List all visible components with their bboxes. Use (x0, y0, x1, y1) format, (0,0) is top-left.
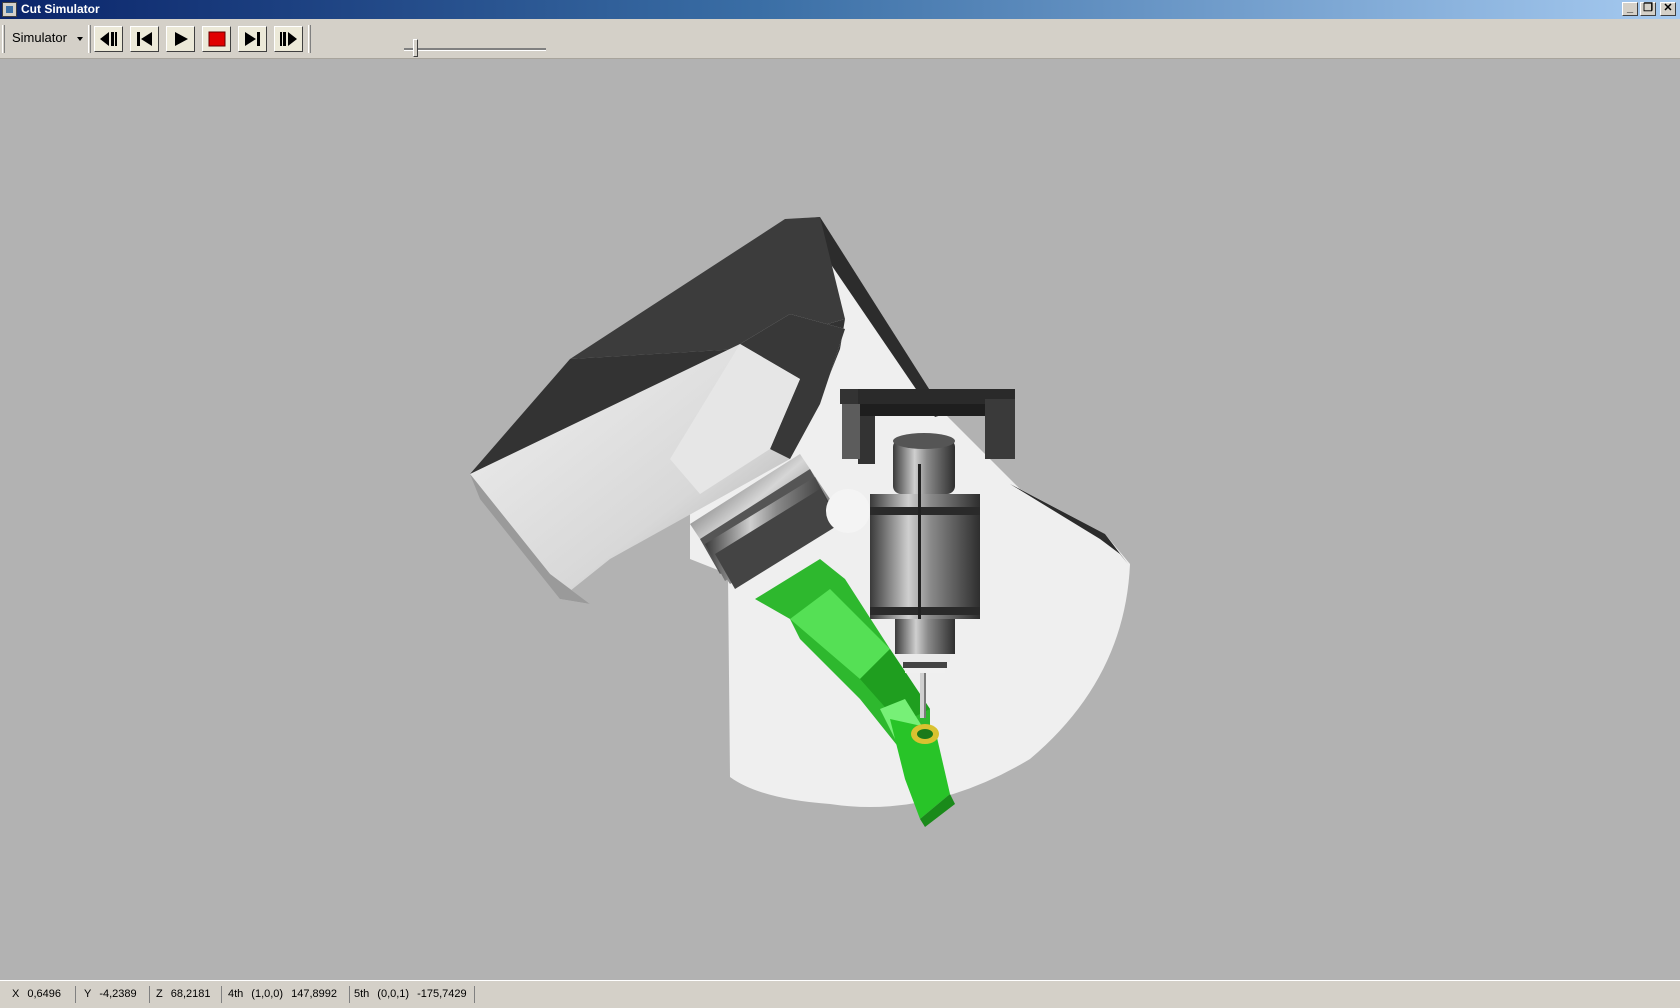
y-label: Y (84, 988, 92, 1000)
a4-axis: (1,0,0) (251, 988, 284, 1000)
machine-scene (470, 217, 1130, 827)
simulation-viewport[interactable] (0, 59, 1680, 980)
z-value: 68,2181 (170, 988, 211, 1000)
status-4th-axis: 4th (1,0,0) 147,8992 (224, 986, 350, 1003)
simulator-menu[interactable]: Simulator (6, 27, 89, 49)
status-z: Z 68,2181 (152, 986, 222, 1003)
slider-track[interactable] (404, 48, 546, 51)
chevron-down-icon (76, 36, 83, 41)
play-icon (175, 32, 188, 46)
stop-icon (208, 31, 226, 47)
z-label: Z (156, 988, 163, 1000)
go-to-start-icon (137, 32, 152, 46)
x-label: X (12, 988, 20, 1000)
simulator-menu-label: Simulator (12, 30, 67, 45)
slider-thumb[interactable] (413, 39, 419, 57)
minimize-button[interactable]: _ (1622, 2, 1638, 16)
a4-value: 147,8992 (291, 988, 337, 1000)
status-x: X 0,6496 (8, 986, 76, 1003)
status-y: Y -4,2389 (80, 986, 150, 1003)
a4-label: 4th (228, 988, 244, 1000)
toolbar-separator (308, 25, 311, 53)
title-bar: Cut Simulator _ ❐ ✕ (0, 0, 1680, 19)
window-title: Cut Simulator (21, 2, 100, 16)
a5-axis: (0,0,1) (377, 988, 410, 1000)
x-value: 0,6496 (27, 988, 61, 1000)
status-bar: X 0,6496 Y -4,2389 Z 68,2181 4th (1,0,0) 147,… (0, 980, 1680, 1008)
restore-button[interactable]: ❐ (1640, 2, 1656, 16)
stop-button[interactable] (202, 26, 231, 52)
a5-label: 5th (354, 988, 370, 1000)
app-icon[interactable] (2, 2, 17, 17)
toolbar-grip[interactable] (88, 25, 91, 53)
go-to-end-icon (245, 32, 260, 46)
step-back-icon (100, 32, 117, 46)
go-to-end-button[interactable] (238, 26, 267, 52)
close-button[interactable]: ✕ (1660, 2, 1676, 16)
step-forward-icon (280, 32, 297, 46)
toolbar: Simulator (0, 19, 1680, 65)
play-button[interactable] (166, 26, 195, 52)
step-back-button[interactable] (94, 26, 123, 52)
step-forward-button[interactable] (274, 26, 303, 52)
a5-value: -175,7429 (417, 988, 467, 1000)
go-to-start-button[interactable] (130, 26, 159, 52)
toolbar-grip[interactable] (2, 25, 5, 53)
status-5th-axis: 5th (0,0,1) -175,7429 (350, 986, 475, 1003)
y-value: -4,2389 (99, 988, 137, 1000)
